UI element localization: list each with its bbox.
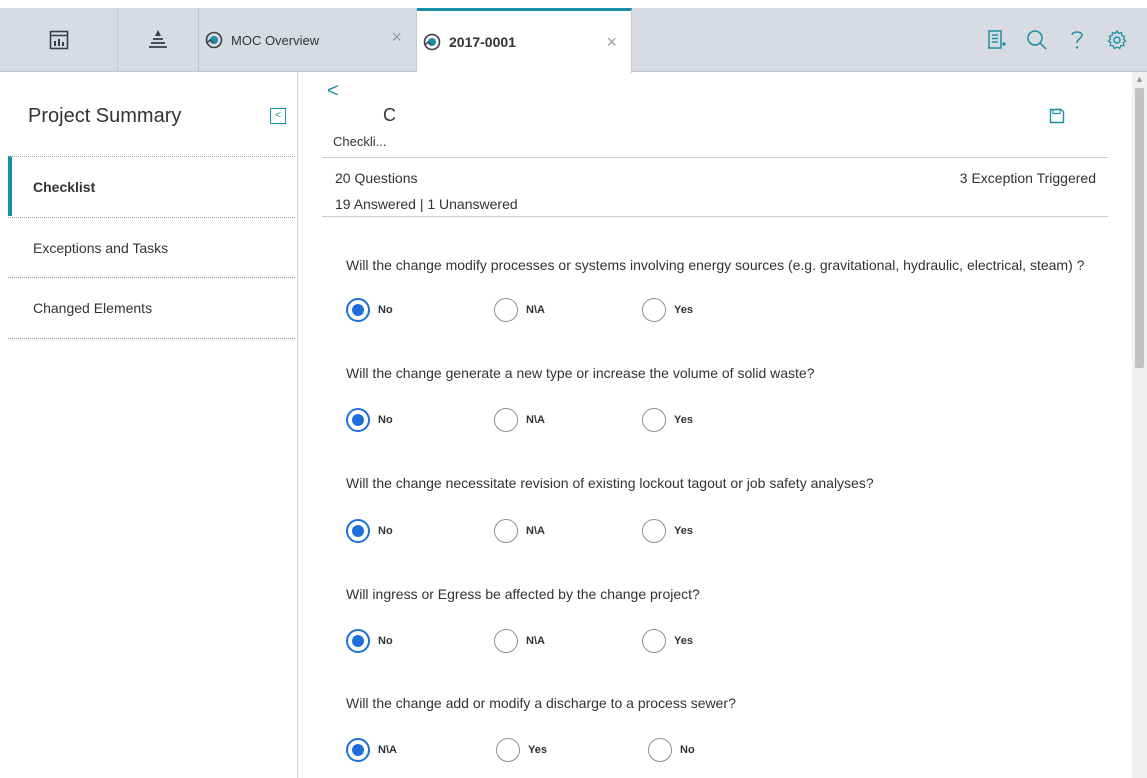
back-button[interactable]: <	[327, 80, 339, 103]
option-label: Yes	[674, 525, 693, 537]
hierarchy-button[interactable]	[118, 8, 199, 72]
option-label: No	[378, 414, 393, 426]
scrollbar-thumb[interactable]	[1135, 88, 1144, 368]
option-yes[interactable]: Yes	[642, 406, 693, 434]
radio-button[interactable]	[494, 298, 518, 322]
sidebar-item-exceptions-and-tasks[interactable]: Exceptions and Tasks	[8, 217, 295, 277]
question-text: Will the change add or modify a discharg…	[346, 695, 736, 711]
option-label: N\A	[526, 414, 545, 426]
radio-button[interactable]	[346, 519, 370, 543]
option-no[interactable]: No	[346, 406, 393, 434]
option-label: N\A	[526, 635, 545, 647]
question-text: Will the change modify processes or syst…	[346, 257, 1085, 273]
radio-button[interactable]	[642, 408, 666, 432]
close-icon[interactable]: ×	[606, 33, 617, 51]
help-button[interactable]	[1057, 8, 1097, 72]
option-na[interactable]: N\A	[494, 517, 545, 545]
save-button[interactable]	[1049, 108, 1065, 129]
search-button[interactable]	[1017, 8, 1057, 72]
option-yes[interactable]: Yes	[642, 517, 693, 545]
option-na[interactable]: N\A	[346, 736, 397, 764]
option-label: N\A	[526, 525, 545, 537]
option-yes[interactable]: Yes	[496, 736, 547, 764]
option-no[interactable]: No	[346, 517, 393, 545]
save-icon	[1049, 108, 1065, 124]
divider	[8, 338, 295, 339]
moc-icon	[423, 33, 441, 51]
option-na[interactable]: N\A	[494, 296, 545, 324]
radio-button[interactable]	[346, 738, 370, 762]
tab-active-label: 2017-0001	[449, 34, 516, 50]
help-icon	[1071, 31, 1083, 49]
option-label: Yes	[674, 414, 693, 426]
divider	[322, 157, 1108, 158]
option-label: Yes	[528, 744, 547, 756]
radio-button[interactable]	[494, 519, 518, 543]
tab-moc-label: MOC Overview	[231, 32, 320, 48]
hierarchy-icon	[149, 30, 167, 48]
option-label: No	[378, 304, 393, 316]
checklist-name: Checkli...	[333, 134, 387, 149]
radio-button[interactable]	[494, 629, 518, 653]
sidebar-item-checklist[interactable]: Checklist	[8, 156, 295, 216]
option-label: N\A	[378, 744, 397, 756]
top-bar: MOC Overview × 2017-0001 ×	[0, 0, 1147, 73]
radio-button[interactable]	[496, 738, 520, 762]
tab-moc-overview[interactable]: MOC Overview ×	[199, 8, 417, 72]
radio-button[interactable]	[648, 738, 672, 762]
sidebar-title: Project Summary	[28, 105, 182, 127]
option-label: Yes	[674, 635, 693, 647]
radio-button[interactable]	[494, 408, 518, 432]
vertical-scrollbar[interactable]: ▲	[1132, 72, 1147, 778]
exception-count: 3 Exception Triggered	[959, 170, 1096, 186]
option-yes[interactable]: Yes	[642, 627, 693, 655]
project-summary-sidebar: Project Summary < Checklist Exceptions a…	[0, 72, 298, 778]
search-icon	[1027, 30, 1047, 50]
checklist-initial: C	[383, 105, 396, 125]
option-label: No	[378, 635, 393, 647]
settings-button[interactable]	[1097, 8, 1137, 72]
worklist-button[interactable]	[977, 8, 1017, 72]
option-label: No	[680, 744, 695, 756]
option-na[interactable]: N\A	[494, 406, 545, 434]
settings-icon	[1107, 29, 1127, 50]
sidebar-item-label: Changed Elements	[33, 299, 153, 316]
checklist-panel: < C Checkli... 20 Questions 19 Answered …	[298, 72, 1132, 778]
option-label: N\A	[526, 304, 545, 316]
option-no[interactable]: No	[346, 296, 393, 324]
question-text: Will ingress or Egress be affected by th…	[346, 586, 700, 602]
option-no[interactable]: No	[346, 627, 393, 655]
answered-count: 19 Answered | 1 Unanswered	[335, 196, 518, 212]
option-yes[interactable]: Yes	[642, 296, 693, 324]
question-text: Will the change necessitate revision of …	[346, 475, 874, 491]
radio-button[interactable]	[642, 629, 666, 653]
sidebar-item-changed-elements[interactable]: Changed Elements	[8, 277, 295, 337]
radio-button[interactable]	[642, 519, 666, 543]
moc-icon	[205, 31, 223, 49]
radio-button[interactable]	[346, 298, 370, 322]
dashboard-button[interactable]	[0, 8, 118, 72]
global-actions	[977, 8, 1147, 72]
sidebar-item-label: Checklist	[33, 178, 96, 195]
worklist-icon	[988, 30, 1006, 49]
radio-button[interactable]	[642, 298, 666, 322]
divider	[322, 216, 1108, 217]
question-text: Will the change generate a new type or i…	[346, 365, 815, 381]
option-no[interactable]: No	[648, 736, 695, 764]
scroll-up-icon[interactable]: ▲	[1135, 74, 1144, 84]
collapse-sidebar-button[interactable]: <	[270, 108, 286, 124]
sidebar-item-label: Exceptions and Tasks	[33, 239, 169, 256]
option-label: No	[378, 525, 393, 537]
option-label: Yes	[674, 304, 693, 316]
radio-button[interactable]	[346, 629, 370, 653]
radio-button[interactable]	[346, 408, 370, 432]
question-count: 20 Questions	[335, 170, 418, 186]
option-na[interactable]: N\A	[494, 627, 545, 655]
tab-2017-0001[interactable]: 2017-0001 ×	[417, 8, 632, 73]
dashboard-icon	[49, 30, 68, 50]
close-icon[interactable]: ×	[391, 28, 402, 46]
